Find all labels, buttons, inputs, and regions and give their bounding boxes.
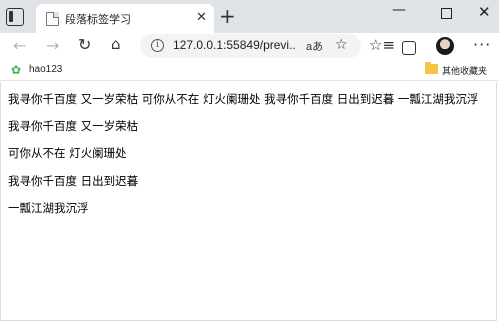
bookmark-hao123[interactable]: hao123: [29, 64, 62, 75]
settings-menu-icon[interactable]: ···: [473, 35, 491, 54]
read-aloud-icon[interactable]: aあ: [306, 38, 323, 54]
close-window-button[interactable]: ✕: [478, 3, 491, 21]
page-content: 我寻你千百度 又一岁荣枯 可你从不在 灯火阑珊处 我寻你千百度 日出到迟暮 一瓢…: [0, 82, 497, 321]
paragraph: 我寻你千百度 日出到迟暮: [8, 174, 139, 188]
paragraph: 我寻你千百度 又一岁荣枯 可你从不在 灯火阑珊处 我寻你千百度 日出到迟暮 一瓢…: [8, 92, 479, 106]
maximize-button[interactable]: [441, 8, 452, 19]
paragraph: 一瓢江湖我沉浮: [8, 201, 89, 215]
close-tab-icon[interactable]: ✕: [196, 10, 207, 26]
paragraph: 我寻你千百度 又一岁荣枯: [8, 119, 139, 133]
page-icon: [46, 12, 59, 26]
paragraph: 可你从不在 灯火阑珊处: [8, 146, 127, 160]
forward-button[interactable]: →: [46, 36, 59, 55]
hao123-logo-icon[interactable]: ✿: [11, 63, 21, 77]
info-icon[interactable]: i: [151, 39, 164, 52]
url-text[interactable]: 127.0.0.1:55849/previ...: [173, 38, 296, 52]
add-favorite-icon[interactable]: ☆: [335, 37, 348, 53]
toolbar: ← → ↻ ⌂ i 127.0.0.1:55849/previ... aあ ☆ …: [0, 33, 499, 59]
new-tab-button[interactable]: +: [219, 5, 236, 27]
tab-strip: 段落标签学习 ✕ + — ✕: [0, 0, 499, 33]
folder-icon[interactable]: [425, 62, 438, 74]
browser-window: 段落标签学习 ✕ + — ✕ ← → ↻ ⌂ i 127.0.0.1:55849…: [0, 0, 499, 323]
favorites-icon[interactable]: ☆≡: [369, 36, 395, 54]
bookmarks-bar: ✿ hao123 其他收藏夹: [0, 59, 499, 81]
address-bar[interactable]: i 127.0.0.1:55849/previ... aあ ☆: [140, 34, 361, 58]
profile-avatar[interactable]: [436, 37, 454, 55]
collections-icon[interactable]: [402, 41, 416, 55]
reload-button[interactable]: ↻: [78, 35, 91, 54]
tab-actions-icon[interactable]: [6, 8, 24, 26]
tab-title: 段落标签学习: [65, 13, 131, 26]
home-button[interactable]: ⌂: [111, 35, 121, 53]
tab-active[interactable]: 段落标签学习 ✕: [36, 4, 214, 33]
minimize-button[interactable]: —: [392, 2, 406, 18]
other-favorites[interactable]: 其他收藏夹: [442, 64, 487, 77]
back-button[interactable]: ←: [13, 36, 26, 55]
